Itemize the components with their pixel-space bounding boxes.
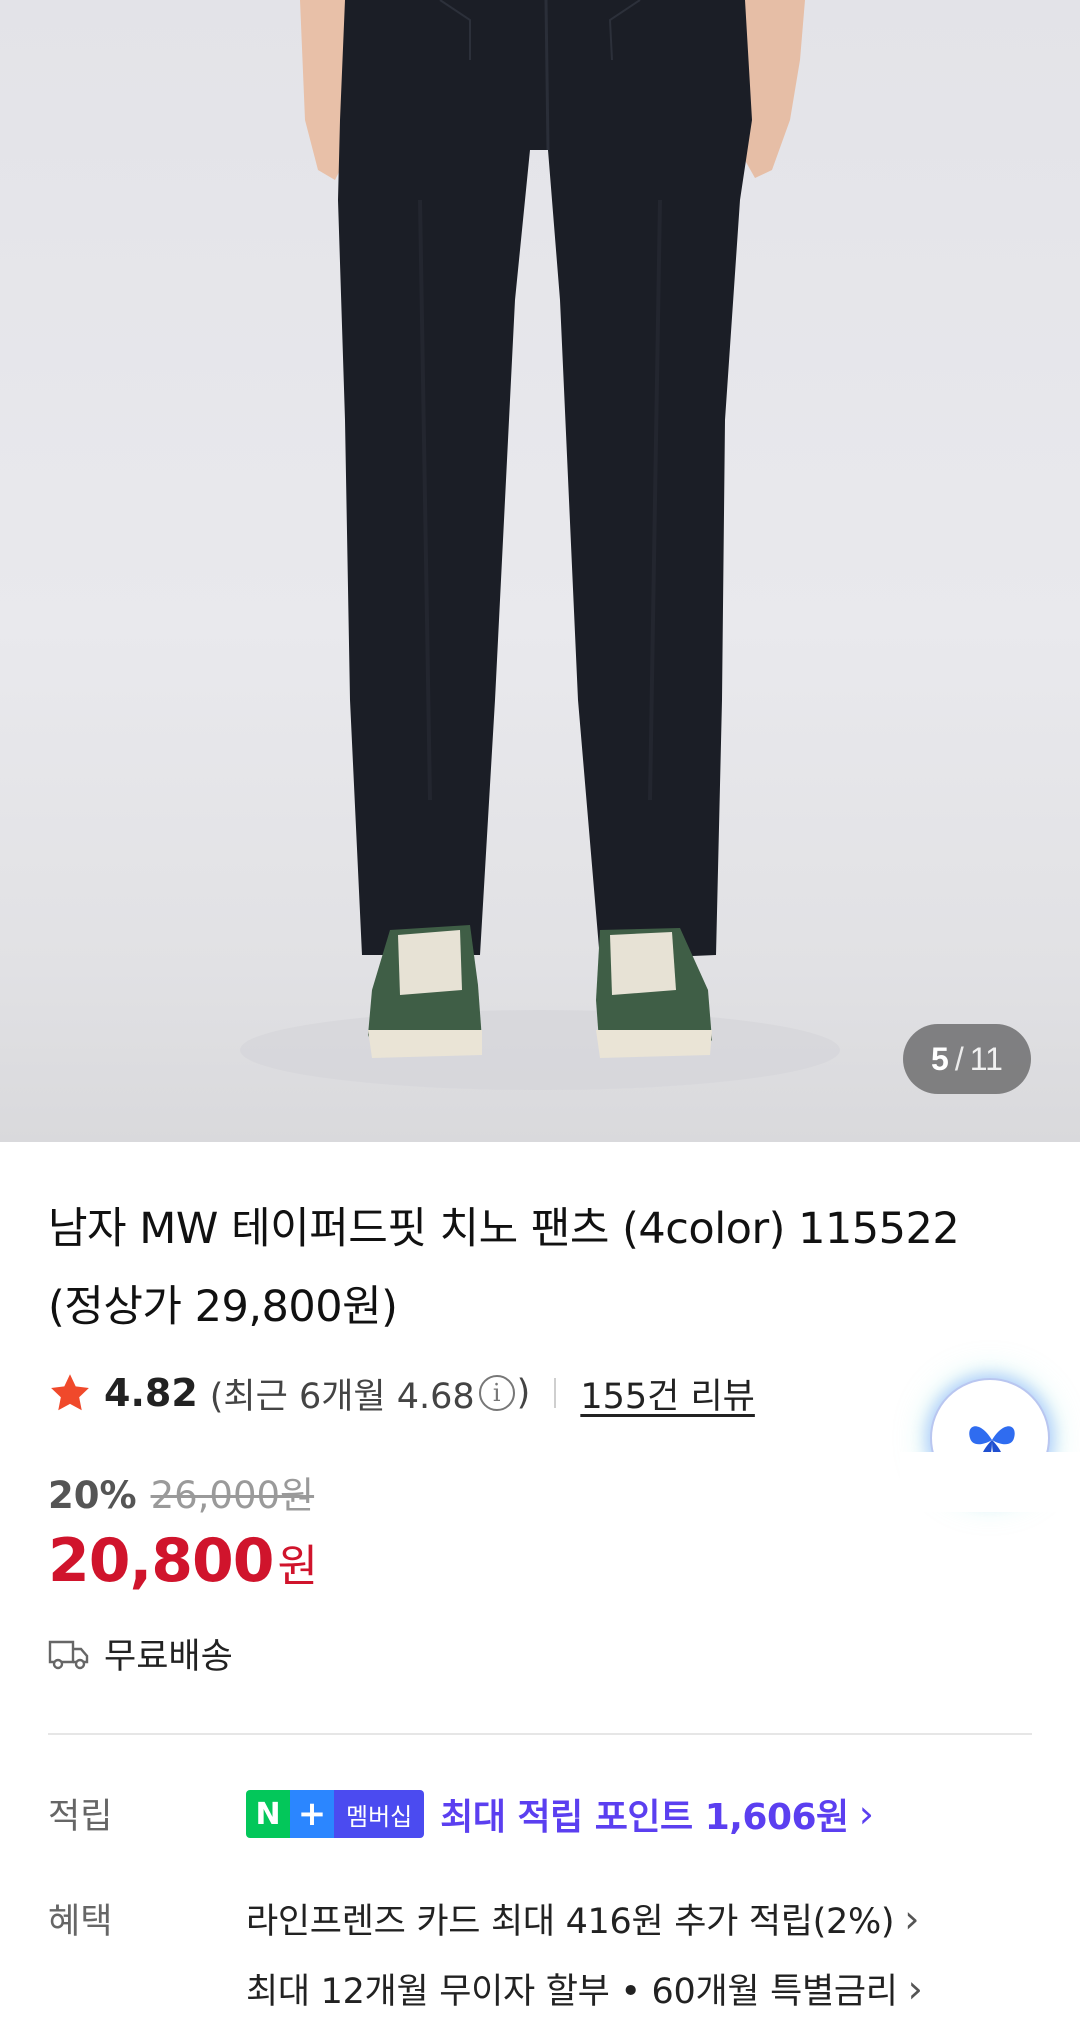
- image-counter-current: 5: [931, 1040, 949, 1077]
- shipping-row: 무료배송: [48, 1628, 233, 1679]
- section-divider: [48, 1733, 1032, 1735]
- membership-label: 멤버십: [334, 1790, 425, 1838]
- rating-row: 4.82 (최근 6개월 4.68 i ) 155건 리뷰: [48, 1368, 755, 1418]
- fab-mask: [900, 1452, 1080, 1512]
- rating-divider: [554, 1378, 557, 1408]
- info-icon[interactable]: i: [478, 1375, 515, 1411]
- free-shipping-label: 무료배송: [104, 1637, 233, 1677]
- benefit-card-text: 라인프렌즈 카드 최대 416원 추가 적립(2%): [246, 1902, 895, 1942]
- benefits-label: 혜택: [48, 1902, 113, 1942]
- product-title: 남자 MW 테이퍼드핏 치노 팬츠 (4color) 115522 (정상가 2…: [48, 1190, 1038, 1346]
- original-price: 26,000원: [150, 1474, 315, 1517]
- benefit-item[interactable]: 최대 12개월 무이자 할부 • 60개월 특별금리 ›: [246, 1963, 923, 2014]
- naver-membership-badge: N + 멤버십: [246, 1790, 425, 1838]
- max-points-text: 최대 적립 포인트 1,606원: [440, 1797, 849, 1838]
- plus-icon: +: [290, 1790, 334, 1838]
- discount-row: 20% 26,000원: [48, 1465, 314, 1519]
- benefit-item[interactable]: 라인프렌즈 카드 최대 416원 추가 적립(2%) ›: [246, 1893, 919, 1944]
- image-counter-separator: /: [954, 1040, 964, 1077]
- star-icon: [51, 1374, 89, 1411]
- sale-price-row: 20,800 원: [48, 1526, 318, 1596]
- product-title-line1: 남자 MW 테이퍼드핏 치노 팬츠 (4color) 115522: [48, 1204, 960, 1254]
- product-title-line2: (정상가 29,800원): [48, 1282, 398, 1332]
- product-photo: [240, 0, 840, 1090]
- truck-icon: [48, 1640, 89, 1669]
- image-counter-total: 11: [969, 1040, 1003, 1077]
- recent-rating-close: ): [516, 1373, 531, 1413]
- recent-rating: (최근 6개월 4.68 i ): [210, 1368, 531, 1419]
- review-count-link[interactable]: 155건 리뷰: [580, 1368, 755, 1419]
- product-image-carousel[interactable]: 5 / 11: [0, 0, 1080, 1142]
- discount-rate: 20%: [48, 1474, 137, 1517]
- sale-price: 20,800: [48, 1526, 275, 1596]
- naver-n-logo: N: [246, 1790, 290, 1838]
- currency-unit: 원: [277, 1541, 319, 1592]
- points-row[interactable]: N + 멤버십 최대 적립 포인트 1,606원 ›: [246, 1788, 874, 1840]
- chevron-right-icon: ›: [904, 1896, 920, 1941]
- chevron-right-icon: ›: [907, 1966, 923, 2011]
- recent-rating-text: (최근 6개월 4.68: [209, 1376, 475, 1417]
- rating-score: 4.82: [104, 1371, 198, 1415]
- benefit-installment-text: 최대 12개월 무이자 할부 • 60개월 특별금리: [246, 1972, 898, 2012]
- chevron-right-icon: ›: [858, 1792, 874, 1836]
- points-label: 적립: [48, 1797, 113, 1837]
- image-counter: 5 / 11: [903, 1024, 1031, 1094]
